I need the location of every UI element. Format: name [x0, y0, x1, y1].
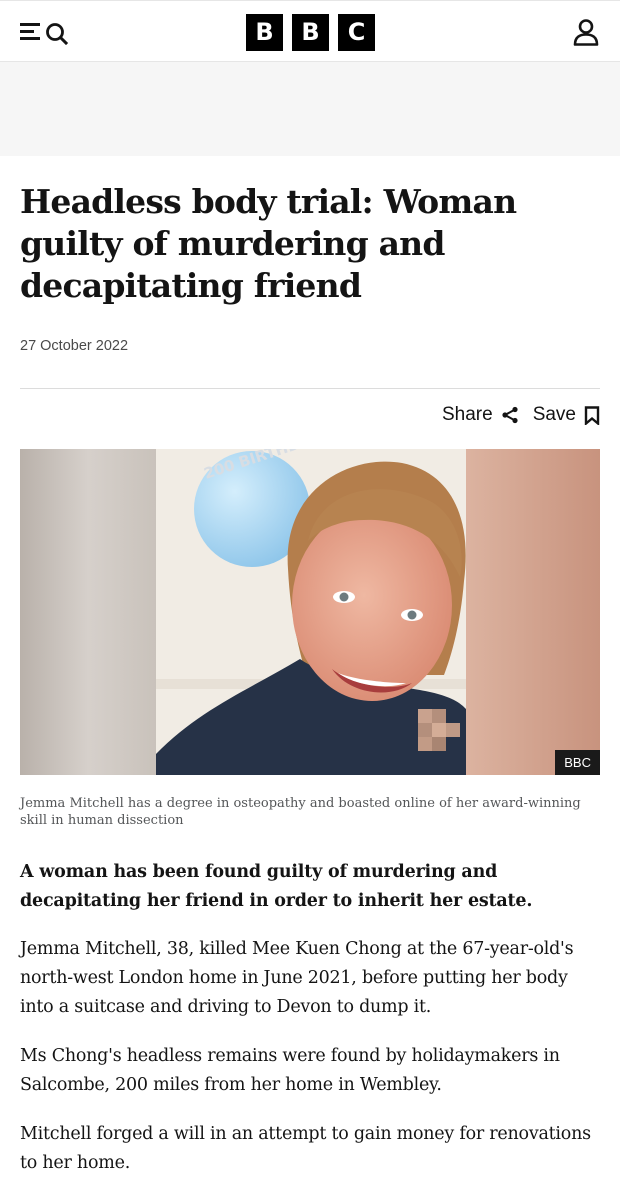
save-button[interactable]: Save — [533, 404, 600, 426]
article-headline: Headless body trial: Woman guilty of mur… — [20, 182, 517, 305]
share-icon — [502, 406, 518, 424]
article-lede: A woman has been found guilty of murderi… — [20, 862, 533, 911]
top-navigation-bar: B B C — [0, 0, 620, 62]
save-label: Save — [532, 404, 576, 425]
advertisement-placeholder — [0, 62, 620, 156]
menu-search-button[interactable] — [20, 20, 72, 46]
account-icon[interactable] — [572, 18, 600, 46]
portrait-photo: 200 BIRTHDAY — [20, 449, 600, 775]
menu-icon[interactable] — [20, 23, 40, 41]
article-paragraph: Jemma Mitchell, 38, killed Mee Kuen Chon… — [20, 939, 574, 1017]
logo-letter: C — [338, 14, 375, 51]
article-actions: Share Save — [442, 404, 600, 426]
article-paragraph: Mitchell forged a will in an attempt to … — [20, 1124, 591, 1173]
article-image: 200 BIRTHDAY BBC — [20, 449, 600, 775]
bbc-logo[interactable]: B B C — [246, 14, 375, 51]
logo-letter: B — [292, 14, 329, 51]
share-label: Share — [441, 404, 493, 425]
image-credit: BBC — [555, 750, 600, 775]
bookmark-icon — [584, 405, 600, 425]
publish-date: 27 October 2022 — [20, 338, 129, 354]
logo-letter: B — [246, 14, 283, 51]
image-caption: Jemma Mitchell has a degree in osteopath… — [20, 796, 581, 828]
share-button[interactable]: Share — [442, 404, 519, 426]
search-icon[interactable] — [45, 21, 71, 45]
article-paragraph: Ms Chong's headless remains were found b… — [20, 1046, 560, 1095]
divider — [20, 388, 600, 389]
